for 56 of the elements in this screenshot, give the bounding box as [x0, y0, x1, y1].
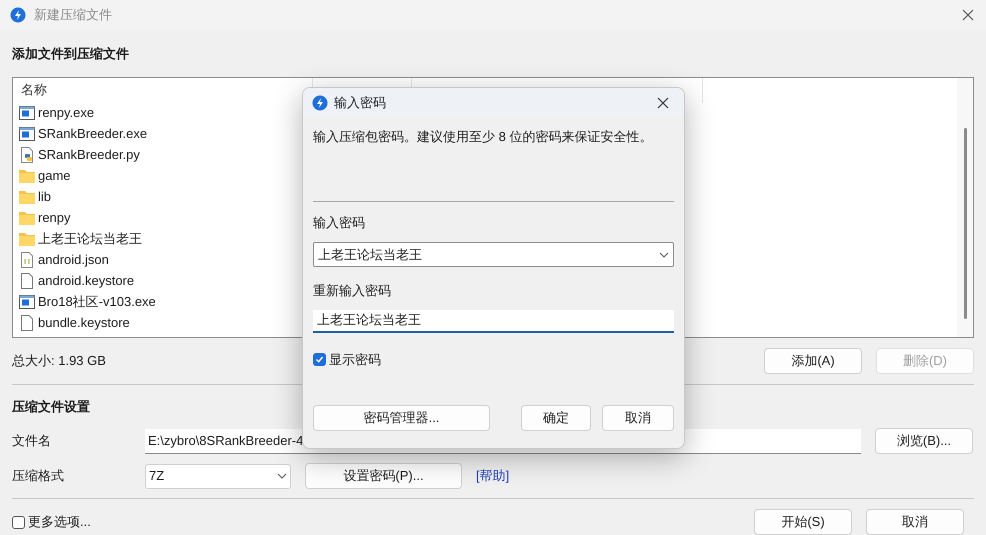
- add-button[interactable]: 添加(A): [764, 348, 862, 374]
- file-name[interactable]: SRankBreeder.py: [38, 145, 140, 165]
- ok-button[interactable]: 确定: [521, 405, 591, 431]
- json-file-icon: [19, 252, 35, 268]
- file-name[interactable]: Bro18社区-v103.exe: [38, 292, 156, 312]
- format-dropdown[interactable]: 7Z: [145, 464, 291, 488]
- file-name[interactable]: game: [38, 166, 71, 186]
- scrollbar[interactable]: [957, 78, 973, 336]
- total-size-text: 总大小: 1.93 GB: [12, 352, 106, 370]
- section-heading: 压缩文件设置: [12, 398, 91, 416]
- file-icon: [19, 273, 35, 289]
- folder-icon: [19, 190, 35, 204]
- password-manager-button[interactable]: 密码管理器...: [313, 405, 490, 431]
- close-icon[interactable]: [962, 9, 974, 21]
- app-logo-icon: [10, 7, 26, 23]
- field-label: 压缩格式: [12, 467, 65, 486]
- checkmark-icon: [315, 354, 324, 364]
- field-label: 重新输入密码: [313, 282, 392, 300]
- start-button[interactable]: 开始(S): [754, 509, 852, 535]
- password-combobox[interactable]: 上老王论坛当老王: [313, 242, 674, 267]
- app-logo-icon: [312, 94, 328, 110]
- field-label: 输入密码: [313, 214, 366, 232]
- help-link[interactable]: [帮助]: [476, 466, 510, 486]
- dialog-message: 输入压缩包密码。建议使用至少 8 位的密码来保证安全性。: [313, 128, 654, 146]
- python-file-icon: [19, 147, 35, 163]
- field-label: 文件名: [12, 432, 52, 450]
- chevron-down-icon: [659, 252, 669, 258]
- close-icon[interactable]: [657, 96, 669, 108]
- checkbox[interactable]: [12, 516, 25, 528]
- browse-button[interactable]: 浏览(B)...: [875, 428, 973, 454]
- program-icon: [19, 127, 35, 141]
- folder-icon: [19, 211, 35, 225]
- file-icon: [19, 315, 35, 331]
- file-name[interactable]: android.json: [38, 250, 109, 270]
- file-name[interactable]: lib: [38, 187, 52, 207]
- dialog-title: 输入密码: [334, 94, 386, 112]
- file-name[interactable]: renpy.exe: [38, 103, 94, 123]
- cancel-button[interactable]: 取消: [602, 405, 674, 431]
- section-heading: 添加文件到压缩文件: [12, 45, 130, 63]
- confirm-password-field[interactable]: 上老王论坛当老王: [313, 310, 674, 332]
- file-name[interactable]: bundle.keystore: [38, 313, 130, 333]
- set-password-button[interactable]: 设置密码(P)...: [305, 463, 462, 489]
- chevron-down-icon: [277, 473, 287, 479]
- folder-icon: [19, 232, 35, 246]
- program-icon: [19, 295, 35, 309]
- window-title: 新建压缩文件: [34, 6, 112, 24]
- file-name[interactable]: 上老王论坛当老王: [38, 229, 142, 249]
- file-name[interactable]: SRankBreeder.exe: [38, 124, 148, 144]
- folder-icon: [19, 169, 35, 183]
- file-name[interactable]: android.keystore: [38, 271, 134, 291]
- file-name[interactable]: renpy: [38, 208, 71, 228]
- checkbox-label[interactable]: 更多选项...: [28, 512, 754, 532]
- checkbox[interactable]: [313, 352, 326, 366]
- checkbox-label[interactable]: 显示密码: [329, 350, 381, 369]
- cancel-button[interactable]: 取消: [866, 509, 964, 535]
- program-icon: [19, 106, 35, 120]
